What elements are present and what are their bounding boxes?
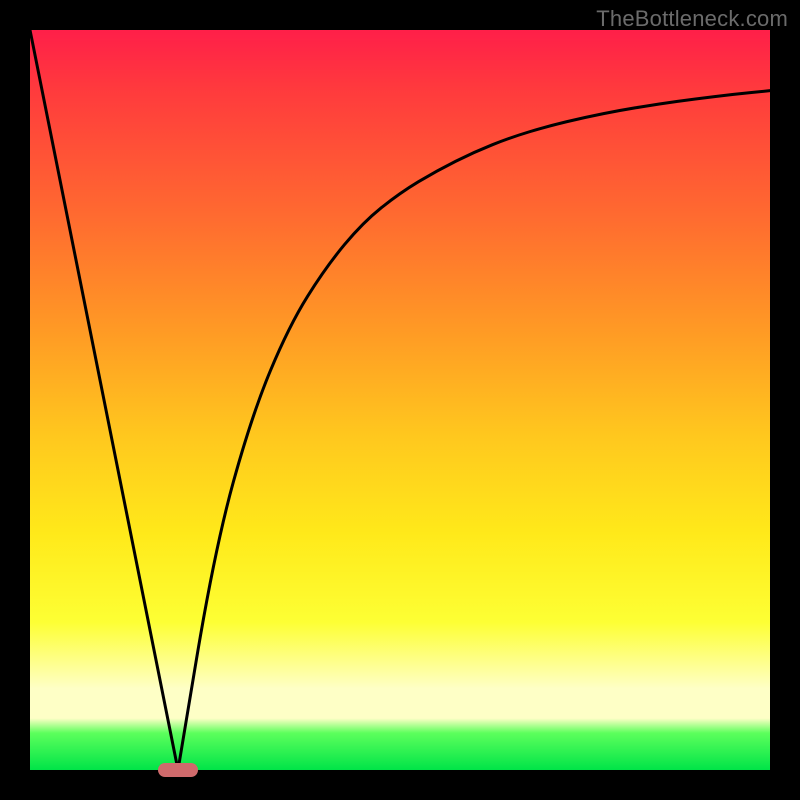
watermark-text: TheBottleneck.com bbox=[596, 6, 788, 32]
chart-lines bbox=[30, 30, 770, 770]
chart-frame: TheBottleneck.com bbox=[0, 0, 800, 800]
right-curve-path bbox=[178, 91, 770, 770]
plot-area bbox=[30, 30, 770, 770]
target-marker bbox=[158, 763, 198, 777]
left-line-path bbox=[30, 30, 178, 770]
